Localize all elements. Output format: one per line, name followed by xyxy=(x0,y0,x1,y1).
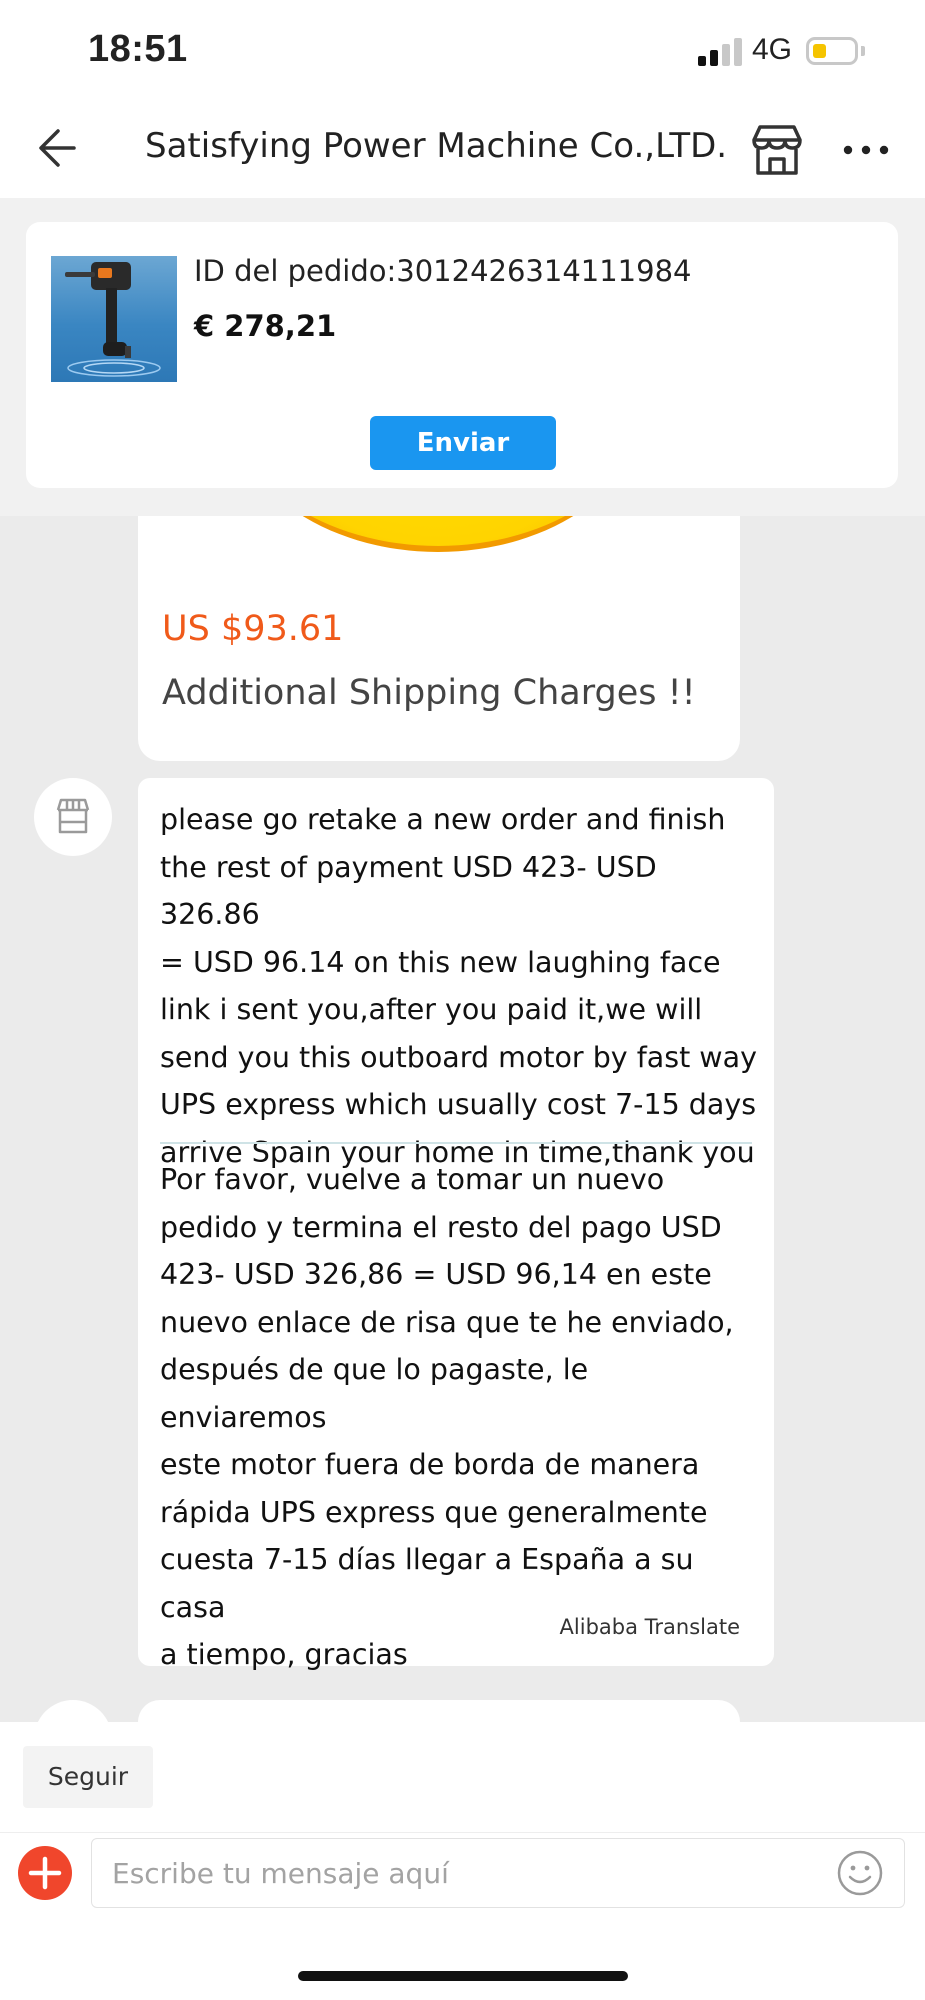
input-divider xyxy=(0,1832,925,1833)
status-bar: 18:51 4G xyxy=(0,0,925,100)
message-original-text: please go retake a new order and finish … xyxy=(160,803,757,1169)
translation-divider xyxy=(160,1142,752,1144)
emoji-button[interactable] xyxy=(836,1849,884,1897)
store-icon xyxy=(752,125,802,175)
status-time: 18:51 xyxy=(88,28,188,70)
order-card[interactable]: ID del pedido:3012426314111984 € 278,21 … xyxy=(26,222,898,488)
more-button[interactable] xyxy=(838,122,894,178)
shipping-charge-price: US $93.61 xyxy=(162,609,344,649)
follow-button[interactable]: Seguir xyxy=(23,1746,153,1808)
battery-icon xyxy=(806,37,858,65)
nav-bar: Satisfying Power Machine Co.,LTD. xyxy=(0,100,925,198)
previous-message-bubble[interactable]: US $93.61 Additional Shipping Charges !! xyxy=(138,516,740,761)
product-thumbnail[interactable] xyxy=(51,256,177,382)
message-input[interactable] xyxy=(91,1838,905,1908)
shipping-charge-caption: Additional Shipping Charges !! xyxy=(162,673,696,713)
outboard-motor-icon xyxy=(65,262,161,377)
more-icon xyxy=(843,145,889,155)
chat-area[interactable]: US $93.61 Additional Shipping Charges !!… xyxy=(0,516,925,1722)
add-attachment-button[interactable] xyxy=(18,1846,72,1900)
next-message-bubble[interactable] xyxy=(138,1700,740,1722)
next-avatar[interactable] xyxy=(34,1700,112,1722)
laughing-face-image xyxy=(228,516,648,552)
seller-avatar[interactable] xyxy=(34,778,112,856)
battery-cap xyxy=(861,46,865,56)
emoji-icon xyxy=(837,1850,883,1896)
signal-icon xyxy=(698,38,746,66)
bottom-bar: Seguir xyxy=(0,1722,925,2000)
network-label: 4G xyxy=(752,33,793,66)
translator-credit: Alibaba Translate xyxy=(559,1615,740,1639)
seller-message-bubble[interactable]: please go retake a new order and finish … xyxy=(138,778,774,1671)
send-order-button[interactable]: Enviar xyxy=(370,416,556,470)
store-button[interactable] xyxy=(748,122,806,178)
chat-title: Satisfying Power Machine Co.,LTD. xyxy=(145,126,728,166)
back-arrow-icon xyxy=(39,129,76,167)
store-avatar-icon xyxy=(56,798,90,834)
order-price: € 278,21 xyxy=(194,309,337,343)
order-id: ID del pedido:3012426314111984 xyxy=(194,254,692,288)
plus-icon xyxy=(28,1856,62,1890)
home-indicator xyxy=(298,1971,628,1981)
order-overlay: ID del pedido:3012426314111984 € 278,21 … xyxy=(0,198,925,516)
battery-level xyxy=(813,44,826,58)
back-button[interactable] xyxy=(30,118,90,178)
message-translated-text: Por favor, vuelve a tomar un nuevo pedid… xyxy=(160,1163,734,1671)
